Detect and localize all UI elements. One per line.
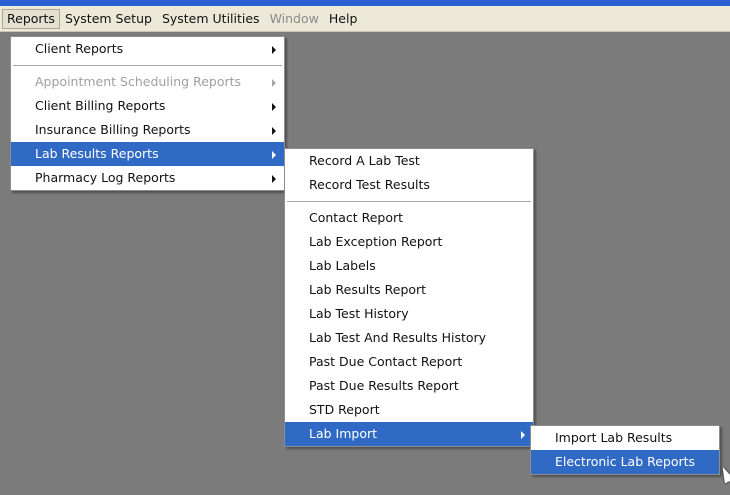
menu-item-import-lab-results[interactable]: Import Lab Results xyxy=(531,426,719,450)
menu-item-std-report[interactable]: STD Report xyxy=(285,398,533,422)
submenu-arrow-icon xyxy=(272,175,276,183)
menu-item-label: Lab Import xyxy=(309,426,378,441)
menu-system-utilities[interactable]: System Utilities xyxy=(157,9,265,29)
menu-item-lab-test-and-results-history[interactable]: Lab Test And Results History xyxy=(285,326,533,350)
menu-item-record-test-results[interactable]: Record Test Results xyxy=(285,173,533,197)
menu-item-label: Lab Exception Report xyxy=(309,234,443,249)
menu-item-contact-report[interactable]: Contact Report xyxy=(285,206,533,230)
menu-item-lab-results-report[interactable]: Lab Results Report xyxy=(285,278,533,302)
menu-item-client-reports[interactable]: Client Reports xyxy=(11,37,284,61)
menu-reports[interactable]: Reports xyxy=(2,8,60,29)
menu-item-label: Import Lab Results xyxy=(555,430,673,445)
menu-item-past-due-contact-report[interactable]: Past Due Contact Report xyxy=(285,350,533,374)
menu-item-past-due-results-report[interactable]: Past Due Results Report xyxy=(285,374,533,398)
menu-item-label: Record Test Results xyxy=(309,177,430,192)
mouse-cursor-icon xyxy=(718,464,730,484)
menu-item-label: Lab Results Reports xyxy=(35,146,159,161)
menu-item-label: Record A Lab Test xyxy=(309,153,420,168)
submenu-arrow-icon xyxy=(272,46,276,54)
menu-item-lab-results-reports[interactable]: Lab Results Reports xyxy=(11,142,284,166)
menu-system-setup[interactable]: System Setup xyxy=(60,9,157,29)
menu-item-label: Contact Report xyxy=(309,210,404,225)
menu-separator xyxy=(11,61,284,70)
reports-dropdown: Client Reports Appointment Scheduling Re… xyxy=(10,36,285,191)
lab-import-submenu: Import Lab Results Electronic Lab Report… xyxy=(530,425,720,475)
menu-item-label: Lab Test And Results History xyxy=(309,330,487,345)
menu-item-appointment-scheduling-reports[interactable]: Appointment Scheduling Reports xyxy=(11,70,284,94)
menu-separator xyxy=(285,197,533,206)
menu-item-insurance-billing-reports[interactable]: Insurance Billing Reports xyxy=(11,118,284,142)
menu-window[interactable]: Window xyxy=(265,9,324,29)
submenu-arrow-icon xyxy=(272,79,276,87)
menubar: Reports System Setup System Utilities Wi… xyxy=(0,6,730,32)
menu-item-electronic-lab-reports[interactable]: Electronic Lab Reports xyxy=(531,450,719,474)
menu-item-label: Appointment Scheduling Reports xyxy=(35,74,242,89)
menu-item-label: Lab Test History xyxy=(309,306,409,321)
menu-item-label: STD Report xyxy=(309,402,380,417)
menu-item-label: Client Billing Reports xyxy=(35,98,166,113)
menu-item-client-billing-reports[interactable]: Client Billing Reports xyxy=(11,94,284,118)
menu-item-label: Lab Results Report xyxy=(309,282,427,297)
menu-item-lab-exception-report[interactable]: Lab Exception Report xyxy=(285,230,533,254)
submenu-arrow-icon xyxy=(521,431,525,439)
menu-item-label: Past Due Results Report xyxy=(309,378,459,393)
menu-item-lab-import[interactable]: Lab Import xyxy=(285,422,533,446)
menu-item-label: Electronic Lab Reports xyxy=(555,454,696,469)
menu-item-record-a-lab-test[interactable]: Record A Lab Test xyxy=(285,149,533,173)
menu-item-label: Past Due Contact Report xyxy=(309,354,463,369)
menu-item-label: Client Reports xyxy=(35,41,124,56)
menu-item-pharmacy-log-reports[interactable]: Pharmacy Log Reports xyxy=(11,166,284,190)
menu-item-lab-test-history[interactable]: Lab Test History xyxy=(285,302,533,326)
menu-item-label: Lab Labels xyxy=(309,258,376,273)
submenu-arrow-icon xyxy=(272,127,276,135)
menu-item-label: Pharmacy Log Reports xyxy=(35,170,176,185)
submenu-arrow-icon xyxy=(272,151,276,159)
menu-item-label: Insurance Billing Reports xyxy=(35,122,191,137)
submenu-arrow-icon xyxy=(272,103,276,111)
lab-results-submenu: Record A Lab Test Record Test Results Co… xyxy=(284,148,534,447)
menu-help[interactable]: Help xyxy=(324,9,363,29)
menu-item-lab-labels[interactable]: Lab Labels xyxy=(285,254,533,278)
